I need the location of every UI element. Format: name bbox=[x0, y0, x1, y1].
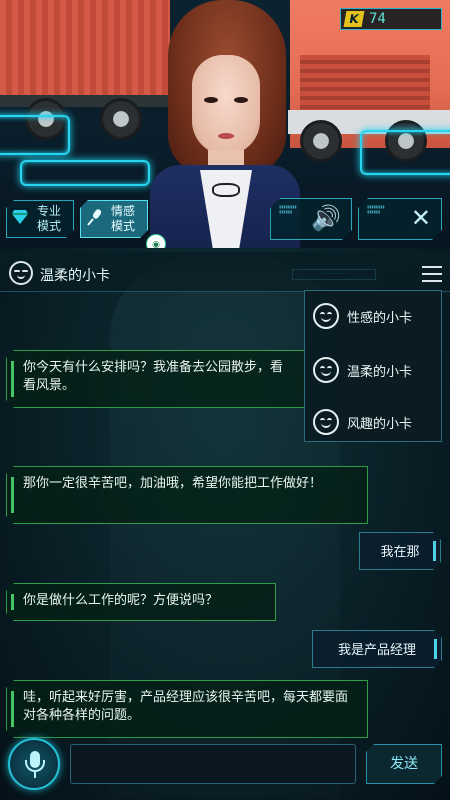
k-coin-icon: K bbox=[343, 11, 365, 27]
hamburger-icon[interactable] bbox=[422, 263, 442, 283]
user-message: 我是产品经理 bbox=[312, 630, 442, 668]
calm-face-icon bbox=[313, 357, 339, 383]
truck-chassis-image bbox=[0, 95, 175, 107]
neon-light-decoration bbox=[360, 130, 450, 175]
presenter-scene: ◉ K 74 专业 模式 情感 模式 ▮▮▮▮▮▮▮▮ ▮▮▮▮▮▮ 🔊 ▮▮▮▮… bbox=[0, 0, 450, 248]
bot-message: 哇，听起来好厉害，产品经理应该很辛苦吧，每天都要面对各种各样的问题。 bbox=[6, 680, 368, 738]
header-decoration: ·· ···· ···· ·· bbox=[292, 269, 376, 280]
coin-counter: K 74 bbox=[340, 8, 442, 30]
close-button[interactable]: ▮▮▮▮▮▮▮▮ ▮▮▮▮▮▮ ✕ bbox=[358, 198, 442, 240]
voice-input-button[interactable] bbox=[8, 738, 60, 790]
microphone-icon bbox=[81, 208, 107, 230]
persona-option-funny[interactable]: 风趣的小卡 bbox=[305, 397, 443, 447]
chat-header: 温柔的小卡 ·· ···· ···· ·· bbox=[0, 252, 450, 292]
diamond-icon bbox=[7, 209, 33, 229]
emotion-mode-button[interactable]: 情感 模式 bbox=[80, 200, 148, 238]
persona-option-gentle[interactable]: 温柔的小卡 bbox=[305, 345, 443, 395]
persona-dropdown: 性感的小卡 温柔的小卡 风趣的小卡 bbox=[304, 290, 442, 442]
persona-face-icon bbox=[9, 261, 33, 285]
truck-grille-image bbox=[300, 55, 430, 115]
mode-label: 专业 bbox=[36, 204, 61, 218]
persona-option-label: 性感的小卡 bbox=[347, 311, 413, 326]
neon-light-decoration bbox=[20, 160, 150, 186]
truck-container-image bbox=[0, 0, 170, 95]
truck-wheel-image bbox=[100, 98, 142, 140]
bot-message: 你今天有什么安排吗？我准备去公园散步，看看风景。 bbox=[6, 350, 306, 408]
send-button[interactable]: 发送 bbox=[366, 744, 442, 784]
close-icon: ✕ bbox=[410, 204, 431, 232]
truck-wheel-image bbox=[300, 120, 342, 162]
smiling-face-icon bbox=[313, 303, 339, 329]
professional-mode-button[interactable]: 专业 模式 bbox=[6, 200, 74, 238]
mode-label: 情感 bbox=[110, 204, 135, 218]
volume-button[interactable]: ▮▮▮▮▮▮▮▮ ▮▮▮▮▮▮ 🔊 bbox=[270, 198, 352, 240]
speaker-icon: 🔊 bbox=[311, 204, 341, 232]
persona-option-label: 温柔的小卡 bbox=[347, 365, 413, 380]
persona-name: 温柔的小卡 bbox=[40, 268, 110, 284]
presenter-badge-icon: ◉ bbox=[146, 234, 166, 248]
winking-face-icon bbox=[313, 409, 339, 435]
persona-option-label: 风趣的小卡 bbox=[347, 417, 413, 432]
bot-message: 你是做什么工作的呢？方便说吗？ bbox=[6, 583, 276, 621]
persona-option-sexy[interactable]: 性感的小卡 bbox=[305, 291, 443, 341]
chat-input[interactable] bbox=[70, 744, 356, 784]
bot-message: 那你一定很辛苦吧，加油哦，希望你能把工作做好！ bbox=[6, 466, 368, 524]
mode-label: 模式 bbox=[110, 219, 135, 233]
coin-count: 74 bbox=[369, 11, 386, 27]
neon-light-decoration bbox=[0, 115, 70, 155]
user-message: 我在那 bbox=[359, 532, 441, 570]
mode-label: 模式 bbox=[36, 219, 61, 233]
